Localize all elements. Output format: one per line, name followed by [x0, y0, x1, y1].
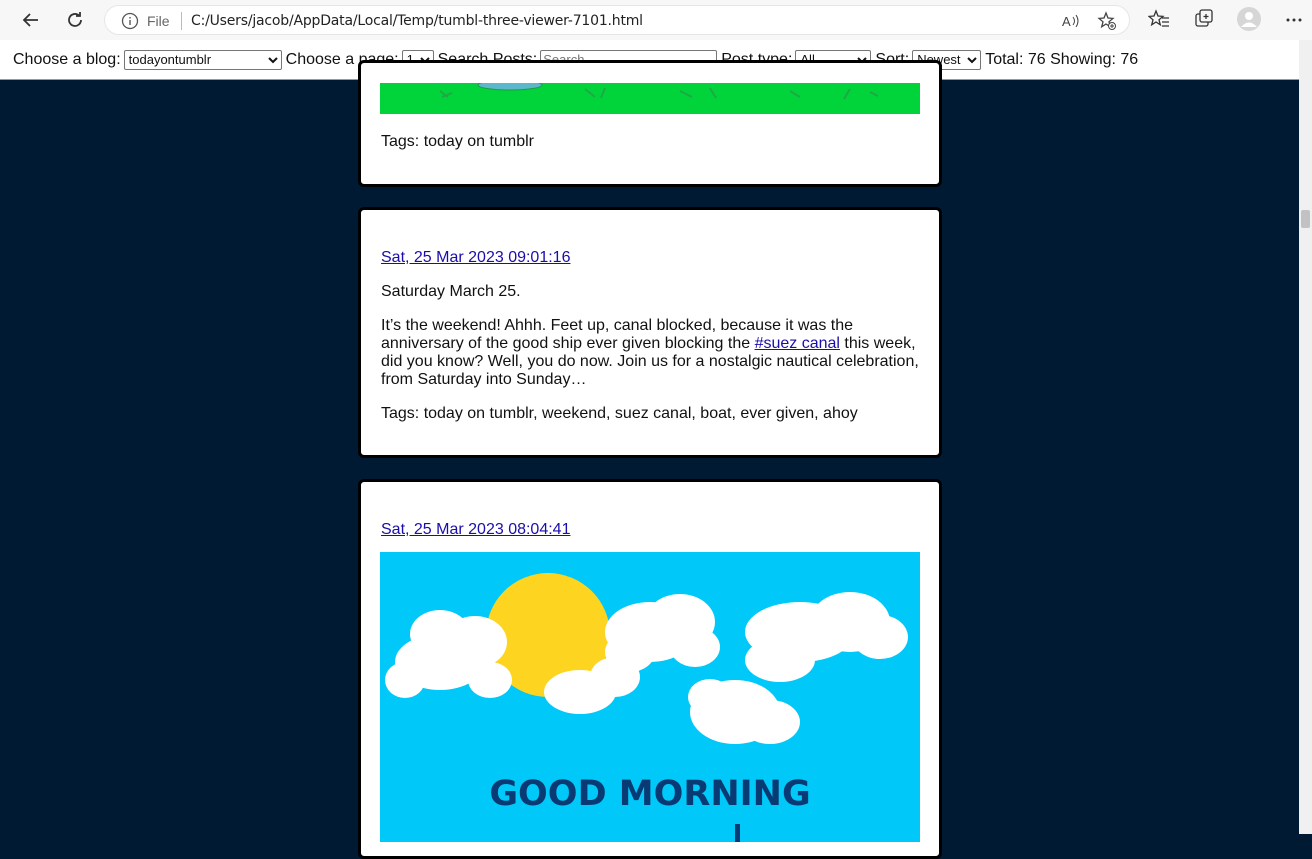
address-bar[interactable]: File C:/Users/jacob/AppData/Local/Temp/t…: [104, 5, 1130, 35]
post-heading-line: Saturday March 25.: [381, 283, 521, 300]
scrollbar-thumb[interactable]: [1301, 210, 1310, 228]
post-tags: Tags: today on tumblr, weekend, suez can…: [381, 405, 858, 422]
read-aloud-icon[interactable]: A: [1061, 11, 1081, 31]
more-menu-icon[interactable]: [1284, 10, 1304, 30]
post-date-link[interactable]: Sat, 25 Mar 2023 09:01:16: [381, 249, 570, 267]
total-count: Total: 76 Showing: 76: [985, 50, 1139, 68]
post-tags: Tags: today on tumblr: [381, 133, 534, 150]
scrollbar-track[interactable]: [1299, 40, 1312, 834]
post-date-link[interactable]: Sat, 25 Mar 2023 08:04:41: [381, 521, 570, 539]
profile-avatar-icon[interactable]: [1237, 7, 1261, 31]
refresh-button[interactable]: [61, 6, 89, 34]
blog-label: Choose a blog:: [13, 50, 121, 68]
back-button[interactable]: [17, 6, 45, 34]
url-text[interactable]: C:/Users/jacob/AppData/Local/Temp/tumbl-…: [191, 13, 643, 29]
post-card: Sat, 25 Mar 2023 09:01:16 Saturday March…: [358, 207, 942, 458]
svg-text:A: A: [1062, 14, 1071, 29]
suez-canal-tag-link[interactable]: #suez canal: [755, 335, 840, 352]
sunny-sky-illustration: GOOD MORNING: [385, 573, 908, 842]
address-separator: [181, 12, 182, 30]
grass-illustration: [439, 83, 879, 100]
post-body: It’s the weekend! Ahhh. Feet up, canal b…: [381, 317, 921, 389]
good-morning-text: GOOD MORNING: [489, 774, 810, 814]
post-image-good-morning[interactable]: GOOD MORNING: [380, 552, 920, 842]
post-image-green[interactable]: [380, 83, 920, 114]
post-card: Tags: today on tumblr: [358, 60, 942, 187]
info-icon[interactable]: [121, 12, 139, 30]
browser-toolbar: File C:/Users/jacob/AppData/Local/Temp/t…: [0, 0, 1312, 41]
post-card: Sat, 25 Mar 2023 08:04:41 GOOD MORNING: [358, 479, 942, 859]
file-label: File: [147, 13, 170, 29]
refresh-icon: [68, 12, 82, 27]
favorites-icon[interactable]: [1148, 8, 1170, 30]
add-favorite-icon[interactable]: [1097, 11, 1117, 31]
back-arrow-icon: [22, 13, 38, 27]
collections-icon[interactable]: [1193, 8, 1215, 30]
blog-select[interactable]: todayontumblr: [123, 49, 282, 70]
